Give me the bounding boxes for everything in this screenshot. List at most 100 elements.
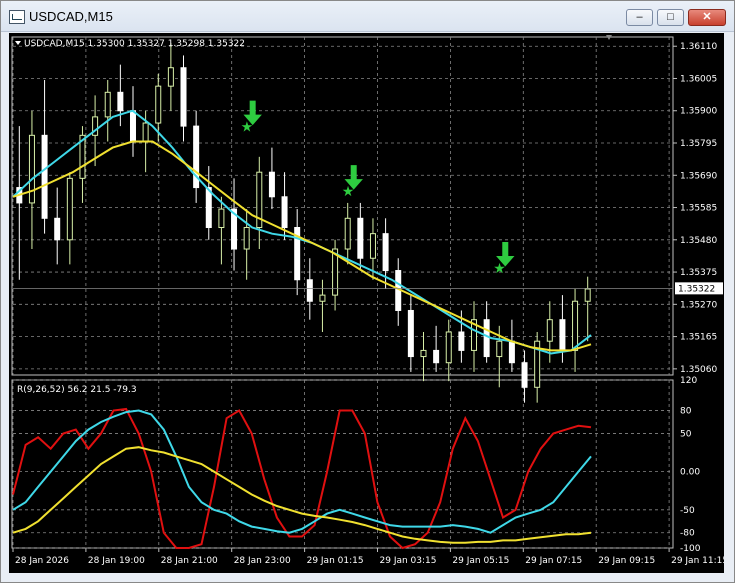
candle-body — [344, 217, 351, 250]
candle[interactable] — [445, 319, 452, 382]
price-tick-label: 1.35795 — [680, 139, 717, 149]
maximize-button[interactable]: □ — [657, 9, 684, 26]
indicator-tick-label: 50 — [680, 429, 692, 439]
indicator-tick-label: 80 — [680, 407, 692, 417]
sell-signal[interactable]: ★ — [241, 100, 262, 136]
time-tick-label: 29 Jan 09:15 — [598, 556, 655, 566]
candle[interactable] — [483, 301, 490, 363]
candle[interactable] — [167, 43, 174, 111]
candle[interactable] — [407, 295, 414, 372]
candle-body — [319, 294, 326, 302]
time-tick-label: 29 Jan 07:15 — [525, 556, 582, 566]
price-tick-label: 1.35270 — [680, 300, 717, 310]
candle-body — [306, 279, 313, 302]
candle[interactable] — [243, 209, 250, 280]
maximize-icon: □ — [667, 11, 674, 23]
candle[interactable] — [572, 288, 579, 372]
time-tick-label: 29 Jan 01:15 — [307, 556, 364, 566]
star-icon: ★ — [493, 261, 506, 277]
candle-body — [205, 187, 212, 229]
candle-body — [546, 319, 553, 342]
candle-body — [445, 331, 452, 364]
candle-body — [382, 233, 389, 272]
indicator-tick-label: 120 — [680, 376, 697, 386]
price-tick-label: 1.35690 — [680, 171, 717, 181]
candle-body — [129, 110, 136, 142]
time-tick-label: 29 Jan 05:15 — [452, 556, 509, 566]
indicator-tick-label: 0.00 — [680, 468, 700, 478]
sell-signal[interactable]: ★ — [493, 241, 515, 277]
candle[interactable] — [319, 279, 326, 332]
ma-fast-line — [12, 109, 592, 355]
candle[interactable] — [268, 147, 275, 210]
price-tick-label: 1.35900 — [680, 107, 717, 117]
oscillator-red-line — [12, 407, 592, 550]
candle[interactable] — [521, 350, 528, 403]
candle[interactable] — [420, 331, 427, 382]
candle[interactable] — [117, 64, 124, 127]
sell-signal[interactable]: ★ — [342, 165, 363, 200]
candle-body — [243, 227, 250, 250]
candle[interactable] — [584, 276, 591, 342]
candle[interactable] — [357, 202, 364, 271]
candle-body — [41, 134, 48, 219]
candle-body — [559, 319, 566, 351]
current-price-label: 1.35322 — [678, 284, 715, 294]
chart-window-icon — [9, 10, 25, 24]
time-tick-label: 28 Jan 23:00 — [234, 556, 291, 566]
close-icon: ✕ — [702, 11, 712, 23]
title-bar[interactable]: USDCAD,M15 ‒ □ ✕ — [1, 1, 734, 32]
candle-body — [281, 196, 288, 229]
candle[interactable] — [104, 80, 111, 142]
candle[interactable] — [471, 301, 478, 372]
candle-body — [104, 91, 111, 118]
indicator-tick-label: -50 — [680, 506, 695, 516]
candle[interactable] — [231, 178, 238, 271]
candle[interactable] — [54, 187, 61, 265]
chart-canvas[interactable]: 1.36110 1.36005 1.35900 1.35795 1.35690 1.355… — [9, 33, 724, 573]
candle[interactable] — [433, 325, 440, 372]
candle-body — [117, 91, 124, 112]
candle[interactable] — [41, 80, 48, 234]
chart-svg[interactable]: 1.36110 1.36005 1.35900 1.35795 1.35690 1.355… — [9, 33, 724, 573]
candle-body — [268, 171, 275, 198]
candle[interactable] — [218, 196, 225, 265]
candle-body — [142, 122, 149, 142]
price-tick-label: 1.36110 — [680, 42, 717, 52]
candle[interactable] — [180, 55, 187, 142]
star-icon: ★ — [241, 120, 254, 136]
candle[interactable] — [256, 156, 263, 250]
candle[interactable] — [395, 258, 402, 326]
candle[interactable] — [534, 331, 541, 403]
candle-body — [369, 233, 376, 259]
candle-body — [357, 217, 364, 259]
candle-body — [458, 331, 465, 351]
price-tick-label: 1.35375 — [680, 268, 717, 278]
candle[interactable] — [205, 166, 212, 240]
symbol-menu-icon[interactable] — [15, 41, 21, 45]
candle[interactable] — [16, 126, 23, 280]
window-title: USDCAD,M15 — [29, 9, 113, 24]
close-button[interactable]: ✕ — [688, 9, 726, 26]
candle[interactable] — [294, 209, 301, 296]
candle[interactable] — [306, 258, 313, 320]
indicator-tick-label: -100 — [680, 544, 701, 554]
candle-body — [28, 134, 35, 204]
candle[interactable] — [508, 319, 515, 372]
candle-body — [180, 67, 187, 127]
symbol-info-label: USDCAD,M15 1.35300 1.35327 1.35298 1.353… — [24, 39, 245, 49]
candle-body — [572, 300, 579, 351]
price-tick-label: 1.35165 — [680, 333, 717, 343]
minimize-icon: ‒ — [636, 11, 643, 23]
candle[interactable] — [332, 239, 339, 311]
candle-body — [66, 177, 73, 241]
candle[interactable] — [193, 110, 200, 203]
time-tick-label: 28 Jan 19:00 — [88, 556, 145, 566]
price-tick-label: 1.35060 — [680, 365, 717, 375]
candle[interactable] — [344, 202, 351, 265]
minimize-button[interactable]: ‒ — [626, 9, 653, 26]
candle-body — [407, 309, 414, 358]
candle[interactable] — [66, 172, 73, 265]
candle-body — [420, 349, 427, 358]
candle[interactable] — [129, 86, 136, 157]
